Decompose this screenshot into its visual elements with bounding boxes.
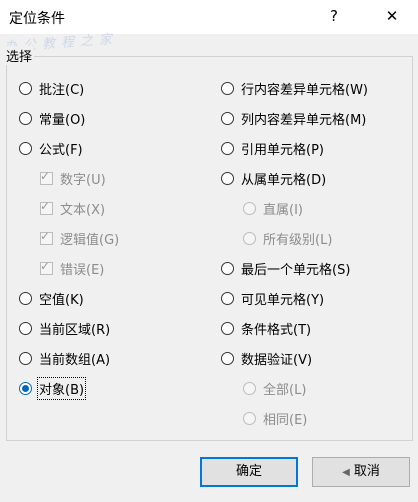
help-button[interactable]: ? <box>322 4 346 28</box>
check-icon: ✓ <box>40 228 51 243</box>
option-visible-cells[interactable]: 可见单元格(Y) <box>221 288 324 308</box>
radio-button[interactable] <box>221 171 234 185</box>
ok-button[interactable]: 确定 <box>200 457 298 487</box>
option-validation-all: 全部(L) <box>243 378 306 398</box>
cancel-button-label: 取消 <box>353 464 380 479</box>
radio-button[interactable] <box>19 321 32 335</box>
radio-button[interactable] <box>19 111 32 125</box>
option-label: 错误(E) <box>60 262 105 278</box>
radio-button[interactable] <box>221 321 234 335</box>
radio-button[interactable] <box>19 291 32 305</box>
radio-button[interactable] <box>221 261 234 275</box>
close-button[interactable]: ✕ <box>380 4 404 28</box>
option-label: 当前区域(R) <box>39 322 111 338</box>
ok-button-label: 确定 <box>235 464 262 479</box>
option-label: 对象(B) <box>36 376 87 400</box>
option-label: 全部(L) <box>263 382 307 398</box>
option-label: 常量(O) <box>39 112 86 128</box>
option-label: 批注(C) <box>39 82 85 98</box>
check-icon: ✓ <box>40 168 51 183</box>
radio-button[interactable] <box>221 141 234 155</box>
radio-button[interactable] <box>19 141 32 155</box>
window-title: 定位条件 <box>9 11 65 27</box>
option-text: ✓ 文本(X) <box>40 198 105 218</box>
option-label: 引用单元格(P) <box>241 142 324 158</box>
option-blanks[interactable]: 空值(K) <box>19 288 84 308</box>
option-label: 数据验证(V) <box>241 352 313 368</box>
option-direct-only: 直属(I) <box>243 198 303 218</box>
option-label: 列内容差异单元格(M) <box>241 112 367 128</box>
radio-button <box>243 201 256 215</box>
checkbox: ✓ <box>40 198 53 215</box>
checkbox: ✓ <box>40 228 53 245</box>
radio-button[interactable] <box>19 351 32 365</box>
option-errors: ✓ 错误(E) <box>40 258 104 278</box>
option-column-differences[interactable]: 列内容差异单元格(M) <box>221 108 366 128</box>
option-conditional-formats[interactable]: 条件格式(T) <box>221 318 311 338</box>
back-arrow-icon: ◀ <box>342 467 350 478</box>
option-validation-same: 相同(E) <box>243 408 307 428</box>
option-last-cell[interactable]: 最后一个单元格(S) <box>221 258 350 278</box>
option-comments[interactable]: 批注(C) <box>19 78 84 98</box>
option-label: 从属单元格(D) <box>241 172 327 188</box>
checkbox: ✓ <box>40 168 53 185</box>
option-logicals: ✓ 逻辑值(G) <box>40 228 119 248</box>
option-label: 数字(U) <box>60 172 106 188</box>
option-formulas[interactable]: 公式(F) <box>19 138 83 158</box>
option-label: 直属(I) <box>263 202 303 218</box>
option-label: 行内容差异单元格(W) <box>241 82 368 98</box>
option-current-array[interactable]: 当前数组(A) <box>19 348 110 368</box>
option-row-differences[interactable]: 行内容差异单元格(W) <box>221 78 368 98</box>
option-label: 空值(K) <box>39 292 84 308</box>
option-label: 所有级别(L) <box>263 232 333 248</box>
radio-button <box>243 381 256 395</box>
cancel-button[interactable]: ◀ 取消 <box>312 457 410 487</box>
radio-button[interactable] <box>221 111 234 125</box>
option-current-region[interactable]: 当前区域(R) <box>19 318 110 338</box>
option-constants[interactable]: 常量(O) <box>19 108 85 128</box>
option-dependents[interactable]: 从属单元格(D) <box>221 168 326 188</box>
option-label: 相同(E) <box>263 412 308 428</box>
option-label: 当前数组(A) <box>39 352 111 368</box>
radio-button[interactable] <box>221 81 234 95</box>
radio-button[interactable] <box>221 291 234 305</box>
option-precedents[interactable]: 引用单元格(P) <box>221 138 324 158</box>
option-all-levels: 所有级别(L) <box>243 228 332 248</box>
group-label: 选择 <box>4 46 35 65</box>
radio-button <box>243 411 256 425</box>
radio-button[interactable] <box>19 81 32 95</box>
option-label: 最后一个单元格(S) <box>241 262 351 278</box>
check-icon: ✓ <box>40 198 51 213</box>
option-label: 条件格式(T) <box>241 322 312 338</box>
option-label: 可见单元格(Y) <box>241 292 325 308</box>
option-label: 文本(X) <box>60 202 106 218</box>
radio-button[interactable] <box>221 351 234 365</box>
radio-button-selected[interactable] <box>19 381 32 395</box>
option-label: 公式(F) <box>39 142 83 158</box>
option-label: 逻辑值(G) <box>60 232 120 248</box>
check-icon: ✓ <box>40 258 51 273</box>
checkbox: ✓ <box>40 258 53 275</box>
option-numbers: ✓ 数字(U) <box>40 168 106 188</box>
title-bar: 定位条件 ? ✕ <box>0 0 418 34</box>
option-objects[interactable]: 对象(B) <box>19 376 87 400</box>
option-data-validation[interactable]: 数据验证(V) <box>221 348 312 368</box>
radio-button <box>243 231 256 245</box>
